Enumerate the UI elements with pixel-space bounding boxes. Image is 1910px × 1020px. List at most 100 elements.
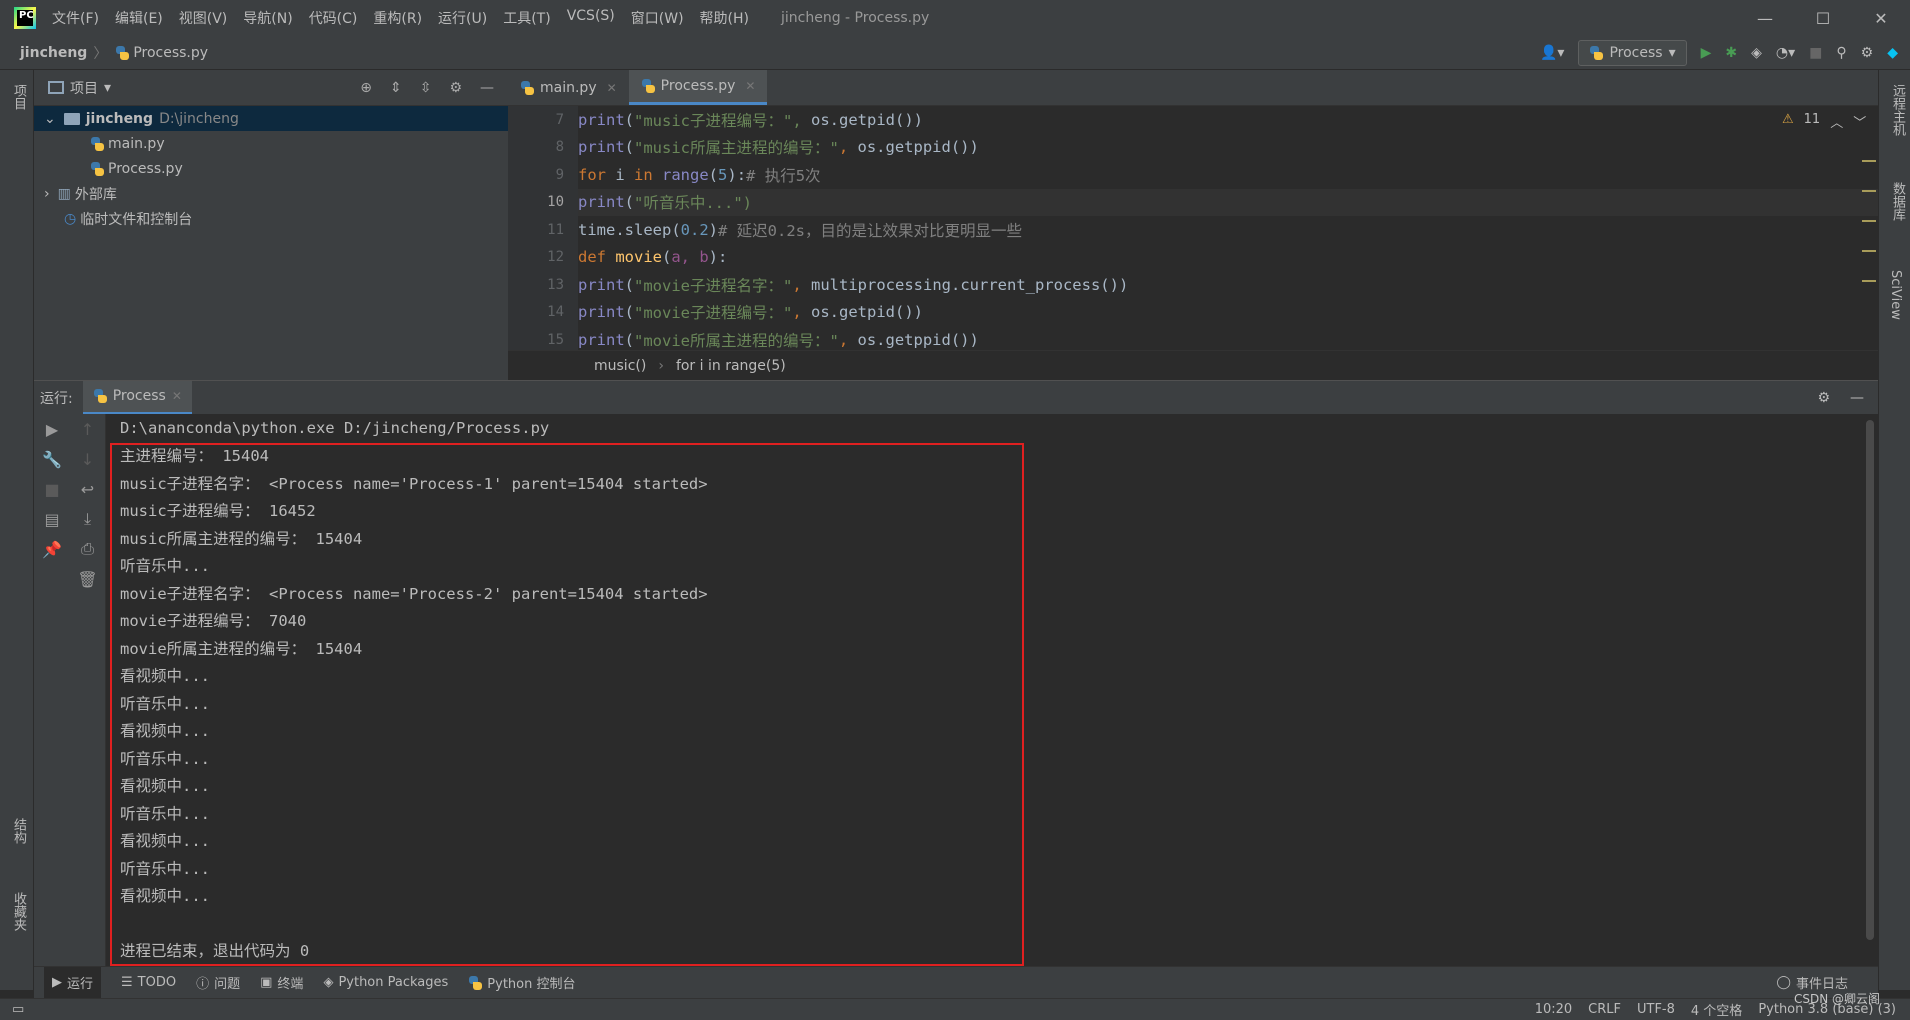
menu-file[interactable]: 文件(F): [44, 8, 107, 28]
search-icon[interactable]: ⚲: [1836, 45, 1846, 61]
code-breadcrumb-item[interactable]: music(): [594, 358, 646, 374]
gear-icon[interactable]: ⚙: [449, 80, 462, 96]
structure-tool-tab[interactable]: 结构: [9, 818, 28, 844]
chevron-up-icon[interactable]: ︿: [1830, 112, 1843, 131]
console-command: D:\ananconda\python.exe D:/jincheng/Proc…: [120, 418, 550, 437]
tree-item-main-py[interactable]: main.py: [34, 131, 508, 156]
breadcrumb-project[interactable]: jincheng: [20, 45, 87, 61]
run-panel-label: 运行:: [40, 390, 73, 407]
tree-item-external-libs[interactable]: › ▥ 外部库: [34, 181, 508, 206]
tree-item-process-py[interactable]: Process.py: [34, 156, 508, 181]
menu-tools[interactable]: 工具(T): [495, 8, 558, 28]
folder-icon: [63, 112, 80, 125]
soft-wrap-icon[interactable]: ↩: [70, 474, 105, 504]
menu-window[interactable]: 窗口(W): [623, 8, 692, 28]
tree-item-root[interactable]: ⌄ jincheng D:\jincheng: [34, 106, 508, 131]
run-tab-process[interactable]: Process ✕: [82, 380, 192, 415]
menu-view[interactable]: 视图(V): [171, 8, 236, 28]
run-icon[interactable]: ▶: [1701, 45, 1712, 61]
code-line: print("movie子进程编号：", os.getpid()): [578, 303, 923, 323]
database-tab[interactable]: 数据库: [1888, 182, 1907, 221]
wrench-icon[interactable]: 🔧: [34, 444, 70, 474]
gear-icon[interactable]: ⚙: [1817, 390, 1830, 406]
project-tree: ⌄ jincheng D:\jincheng main.py Process.p…: [34, 106, 508, 380]
tool-tab-run[interactable]: ▶ 运行: [44, 967, 102, 998]
inspection-widget[interactable]: ⚠ 11 ︿ ﹀: [1782, 112, 1866, 131]
favorites-tool-tab[interactable]: 收藏夹: [9, 892, 28, 931]
project-panel-title[interactable]: 项目: [70, 78, 98, 98]
chevron-down-icon[interactable]: ▾: [104, 80, 111, 96]
rerun-icon[interactable]: ▶: [34, 414, 70, 444]
pin-icon[interactable]: 📌: [34, 534, 70, 564]
tab-process-py[interactable]: Process.py ✕: [628, 70, 768, 105]
coverage-icon[interactable]: ◈: [1751, 45, 1762, 61]
close-tab-icon[interactable]: ✕: [607, 81, 617, 95]
tool-tab-label: 运行: [67, 977, 94, 992]
locate-icon[interactable]: ⊕: [360, 80, 372, 96]
right-tool-strip: 远程主机 数据库 SciView: [1878, 70, 1910, 990]
close-tab-icon[interactable]: ✕: [745, 79, 755, 93]
menu-run[interactable]: 运行(U): [430, 8, 495, 28]
chevron-right-icon[interactable]: ›: [44, 186, 50, 202]
hide-icon[interactable]: —: [1850, 390, 1864, 406]
menu-edit[interactable]: 编辑(E): [107, 8, 171, 28]
code-editor[interactable]: print("music子进程编号：", os.getpid()) print(…: [578, 106, 1878, 350]
toolbox-icon[interactable]: ◆: [1887, 45, 1898, 61]
close-tab-icon[interactable]: ✕: [172, 389, 182, 403]
trash-icon[interactable]: 🗑: [70, 564, 105, 594]
project-tool-tab[interactable]: 项目: [9, 84, 28, 110]
menu-code[interactable]: 代码(C): [301, 8, 366, 28]
user-icon[interactable]: 👤▾: [1540, 45, 1564, 61]
code-breadcrumb-item[interactable]: for i in range(5): [676, 358, 786, 374]
remote-host-tab[interactable]: 远程主机: [1888, 84, 1907, 136]
breadcrumb-file[interactable]: Process.py: [115, 45, 208, 61]
tab-label: main.py: [540, 79, 597, 96]
status-caret-position[interactable]: 10:20: [1535, 1002, 1572, 1017]
print-icon[interactable]: ⎙: [70, 534, 105, 564]
status-line-separator[interactable]: CRLF: [1588, 1002, 1621, 1017]
status-indent[interactable]: 4 个空格: [1691, 1000, 1742, 1019]
settings-icon[interactable]: ⚙: [1861, 45, 1874, 61]
stop-icon[interactable]: ■: [34, 474, 70, 504]
status-bar: ▭ 10:20 CRLF UTF-8 4 个空格 Python 3.8 (bas…: [0, 998, 1910, 1020]
list-icon: ☰: [121, 975, 133, 990]
arrow-up-icon[interactable]: ↑: [70, 414, 105, 444]
minimize-icon[interactable]: —: [1736, 0, 1794, 36]
tool-tab-terminal[interactable]: ▣ 终端: [260, 973, 303, 992]
python-icon: [93, 389, 107, 403]
tool-tab-python-console[interactable]: Python 控制台: [468, 973, 576, 992]
tab-main-py[interactable]: main.py ✕: [508, 70, 629, 105]
run-config-selector[interactable]: Process ▾: [1578, 39, 1687, 66]
title-bar: PC 文件(F) 编辑(E) 视图(V) 导航(N) 代码(C) 重构(R) 运…: [0, 0, 1910, 36]
status-encoding[interactable]: UTF-8: [1637, 1002, 1675, 1017]
menu-navigate[interactable]: 导航(N): [235, 8, 300, 28]
collapse-all-icon[interactable]: ⇳: [420, 80, 432, 96]
layout-toggle-icon[interactable]: ▭: [12, 1002, 24, 1017]
arrow-down-icon[interactable]: ↓: [70, 444, 105, 474]
debug-icon[interactable]: ✱: [1725, 45, 1737, 61]
console-scrollbar[interactable]: [1866, 420, 1874, 940]
warning-count: 11: [1803, 112, 1821, 127]
stop-icon[interactable]: ■: [1809, 45, 1822, 61]
tool-tab-label: 终端: [277, 977, 304, 992]
menu-help[interactable]: 帮助(H): [692, 8, 757, 28]
close-icon[interactable]: ✕: [1852, 0, 1910, 36]
layout-icon[interactable]: ▤: [34, 504, 70, 534]
menu-vcs[interactable]: VCS(S): [559, 8, 623, 28]
tool-tab-todo[interactable]: ☰ TODO: [121, 975, 176, 990]
expand-all-icon[interactable]: ⇕: [390, 80, 402, 96]
chevron-down-icon[interactable]: ⌄: [44, 111, 56, 127]
maximize-icon[interactable]: ☐: [1794, 0, 1852, 36]
hide-icon[interactable]: —: [480, 80, 494, 96]
chevron-down-icon[interactable]: ﹀: [1853, 112, 1866, 131]
menu-refactor[interactable]: 重构(R): [365, 8, 430, 28]
sciview-tab[interactable]: SciView: [1888, 270, 1903, 320]
scroll-to-end-icon[interactable]: ⤓: [70, 504, 105, 534]
tool-tab-python-packages[interactable]: ◈ Python Packages: [323, 975, 448, 990]
profile-icon[interactable]: ◔▾: [1776, 45, 1795, 61]
tool-tab-problems[interactable]: ⓘ 问题: [196, 973, 240, 992]
pycharm-logo-icon: PC: [14, 7, 36, 29]
breadcrumb-file-label: Process.py: [133, 44, 209, 61]
tree-item-scratches[interactable]: ◷ 临时文件和控制台: [34, 206, 508, 231]
tool-tab-label: Python Packages: [338, 975, 449, 990]
